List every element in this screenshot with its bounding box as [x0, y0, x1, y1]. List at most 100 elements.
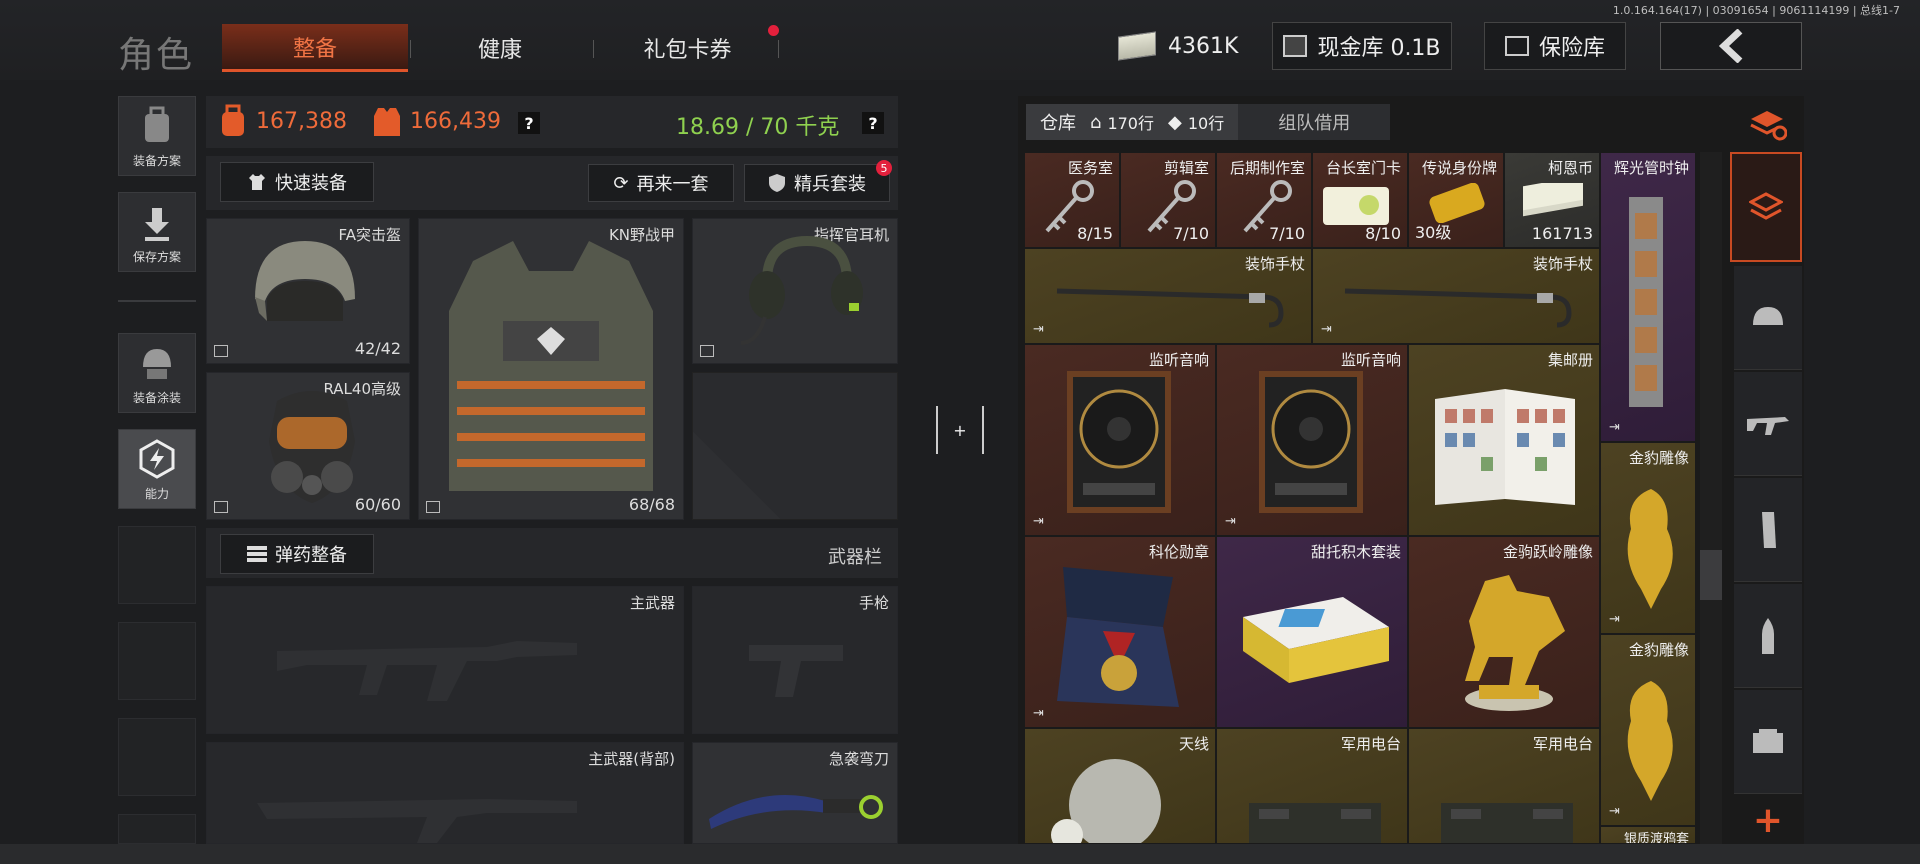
tab-equipment[interactable]: 整备	[222, 24, 408, 72]
headset-slot[interactable]: 指挥官耳机	[692, 218, 898, 364]
category-container[interactable]	[1734, 690, 1802, 794]
rifle-icon	[1747, 416, 1789, 435]
safe-vault-button[interactable]: 保险库	[1484, 22, 1626, 70]
elite-set-badge: 5	[876, 160, 892, 176]
chevron-left-icon	[1718, 29, 1743, 63]
cash-amount: 4361K	[1168, 33, 1239, 59]
grid-item[interactable]: 剪辑室 7/10	[1120, 152, 1216, 248]
melee-slot[interactable]: 急袭弯刀	[692, 742, 898, 844]
tab-health[interactable]: 健康	[410, 24, 590, 72]
grid-item[interactable]: 装饰手杖 ⇥	[1312, 248, 1600, 344]
shield-icon	[769, 174, 785, 192]
armor-slot[interactable]: KN野战甲 68/68	[418, 218, 684, 520]
ammo-prep-label: 弹药整备	[275, 545, 347, 566]
empty-sidebar-slot	[118, 814, 196, 844]
warehouse-tab-label: 仓库	[1040, 113, 1076, 134]
back-weapon-slot[interactable]: 主武器(背部)	[206, 742, 684, 844]
tab-gift-coupons[interactable]: 礼包卡券	[600, 24, 775, 72]
reequip-button[interactable]: ⟳ 再来一套	[588, 164, 734, 202]
grid-item[interactable]: 医务室 8/15	[1024, 152, 1120, 248]
loadout-plan-button[interactable]: 装备方案	[118, 96, 196, 176]
cash-vault-label: 现金库 0.1B	[1317, 36, 1441, 61]
cash-vault-button[interactable]: 现金库 0.1B	[1272, 22, 1452, 70]
category-ammo[interactable]	[1734, 584, 1802, 688]
category-helmet[interactable]	[1734, 266, 1802, 370]
item-name: 军用电台	[1340, 735, 1401, 753]
sort-button[interactable]	[1734, 100, 1802, 150]
grid-item[interactable]: 传说身份牌 30级	[1408, 152, 1504, 248]
ticket-icon: ◆	[1167, 111, 1182, 133]
grid-item[interactable]: 金驹跃岭雕像	[1408, 536, 1600, 728]
item-name: 军用电台	[1532, 735, 1593, 753]
mask-slot[interactable]: RAL40高级 60/60	[206, 372, 410, 520]
empty-sidebar-slot	[118, 526, 196, 604]
keycard-icon	[1323, 187, 1389, 225]
grid-item[interactable]: 监听音响 ⇥	[1024, 344, 1216, 536]
item-name: 天线	[1178, 735, 1209, 753]
warehouse-tab[interactable]: 仓库 ⌂ 170行 ◆ 10行	[1026, 104, 1239, 140]
grid-item[interactable]: 监听音响 ⇥	[1216, 344, 1408, 536]
grid-item[interactable]: 装饰手杖 ⇥	[1024, 248, 1312, 344]
grid-item[interactable]: 天线	[1024, 728, 1216, 844]
grid-item[interactable]: 银质渡鸦套	[1600, 826, 1696, 844]
cane-icon	[1344, 288, 1572, 328]
gold-leopard-icon	[1627, 489, 1673, 609]
sidebar-item-label: 装备方案	[132, 154, 181, 168]
grid-item[interactable]: 金豹雕像 ⇥	[1600, 442, 1696, 634]
sidebar-item-label: 保存方案	[132, 250, 181, 264]
category-rifle[interactable]	[1734, 372, 1802, 476]
vest-value: 166,439	[372, 104, 501, 138]
expand-toggle[interactable]: +	[936, 406, 984, 454]
transfer-icon: ⇥	[1609, 804, 1620, 819]
vest-icon	[449, 241, 653, 491]
grid-item[interactable]: 科伦勋章 ⇥	[1024, 536, 1216, 728]
grid-item[interactable]: 台长室门卡 8/10	[1312, 152, 1408, 248]
military-radio-icon	[1249, 803, 1381, 843]
grid-item[interactable]: 集邮册	[1408, 344, 1600, 536]
item-count: 8/10	[1365, 224, 1401, 243]
empty-sidebar-slot	[118, 622, 196, 700]
grid-item[interactable]: 后期制作室 7/10	[1216, 152, 1312, 248]
vest-value-amount: 166,439	[410, 108, 501, 134]
value-help-button[interactable]: ?	[518, 112, 540, 134]
ability-button[interactable]: 能力	[118, 429, 196, 509]
building-blocks-box-icon	[1243, 597, 1389, 683]
safe-vault-label: 保险库	[1538, 36, 1605, 61]
empty-equipment-slot[interactable]	[692, 372, 898, 520]
category-magazine[interactable]	[1734, 478, 1802, 582]
grid-item[interactable]: 柯恩币 161713	[1504, 152, 1600, 248]
category-all[interactable]	[1730, 152, 1802, 262]
quick-equip-button[interactable]: 快速装备	[220, 162, 374, 202]
bottom-bar	[0, 844, 1920, 864]
transfer-icon: ⇥	[1033, 514, 1044, 529]
team-borrow-tab[interactable]: 组队借用	[1238, 104, 1391, 140]
save-plan-button[interactable]: 保存方案	[118, 192, 196, 272]
item-name: 剪辑室	[1163, 159, 1209, 177]
primary-weapon-slot[interactable]: 主武器	[206, 586, 684, 734]
pistol-slot[interactable]: 手枪	[692, 586, 898, 734]
equipment-skin-button[interactable]: 装备涂装	[118, 333, 196, 413]
grid-item[interactable]: 辉光管时钟 ⇥	[1600, 152, 1696, 442]
stamp-album-icon	[1435, 389, 1575, 505]
grid-item[interactable]: 军用电台	[1216, 728, 1408, 844]
warehouse-scroll-track[interactable]	[1700, 152, 1722, 844]
empty-sidebar-slot	[118, 718, 196, 796]
grid-item[interactable]: 金豹雕像 ⇥	[1600, 634, 1696, 826]
add-category-button[interactable]: +	[1734, 796, 1802, 844]
helmet-slot[interactable]: FA突击盔 42/42	[206, 218, 410, 364]
rifle-silhouette-icon	[257, 799, 577, 843]
elite-set-button[interactable]: 精兵套装	[744, 164, 890, 202]
item-name: 医务室	[1067, 159, 1113, 177]
grid-item[interactable]: 军用电台	[1408, 728, 1600, 844]
back-button[interactable]	[1660, 22, 1802, 70]
sidebar-item-label: 能力	[144, 487, 169, 501]
grid-item[interactable]: 甜托积木套装	[1216, 536, 1408, 728]
ammo-prep-button[interactable]: 弹药整备	[220, 534, 374, 574]
tab-divider	[593, 40, 594, 58]
melee-label: 急袭弯刀	[828, 750, 889, 768]
banknote-stack-icon	[1523, 183, 1583, 217]
weight-help-button[interactable]: ?	[862, 112, 884, 134]
medal-case-icon	[1057, 567, 1179, 707]
warehouse-scrollbar-thumb[interactable]	[1700, 550, 1722, 600]
gas-mask-icon	[269, 391, 355, 503]
